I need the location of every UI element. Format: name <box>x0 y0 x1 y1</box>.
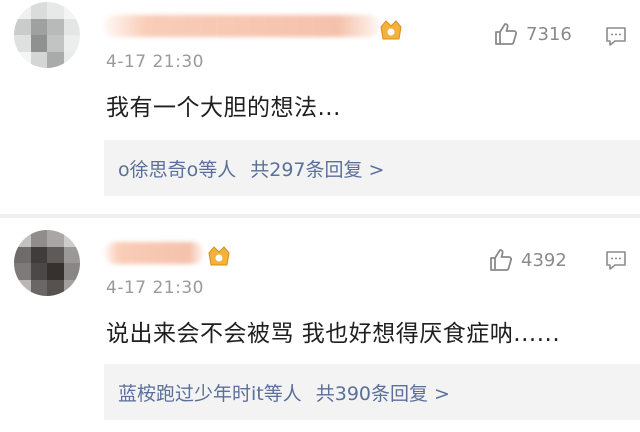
like-button[interactable]: 7316 <box>492 20 572 48</box>
avatar[interactable] <box>14 2 80 68</box>
thumbs-up-icon <box>495 23 518 45</box>
thumbs-up-icon <box>490 249 513 271</box>
username-blurred[interactable] <box>104 242 204 264</box>
username-blurred[interactable] <box>104 15 380 37</box>
reply-count-link[interactable]: 共390条回复 > <box>316 379 450 406</box>
like-count: 7316 <box>526 23 572 45</box>
comment-text: 我有一个大胆的想法... <box>106 95 341 121</box>
reply-count-link[interactable]: 共297条回复 > <box>250 155 384 182</box>
reply-users[interactable]: o徐思奇o等人 <box>118 155 236 182</box>
reply-users[interactable]: 蓝桉跑过少年时it等人 <box>118 379 302 406</box>
avatar[interactable] <box>14 230 80 296</box>
replies-summary[interactable]: o徐思奇o等人 共297条回复 > <box>104 140 640 196</box>
comment-text: 说出来会不会被骂 我也好想得厌食症呐...... <box>106 321 561 347</box>
reply-icon[interactable] <box>604 248 628 272</box>
comment-time: 4-17 21:30 <box>106 278 204 298</box>
comment-item: 4392 4-17 21:30 说出来会不会被骂 我也好想得厌食症呐......… <box>0 218 640 432</box>
vip-badge-icon <box>380 20 402 40</box>
replies-summary[interactable]: 蓝桉跑过少年时it等人 共390条回复 > <box>104 364 640 420</box>
comment-item: 7316 4-17 21:30 我有一个大胆的想法... o徐思奇o等人 共29… <box>0 0 640 214</box>
comment-time: 4-17 21:30 <box>106 52 204 72</box>
like-count: 4392 <box>521 249 567 271</box>
like-button[interactable]: 4392 <box>487 246 567 274</box>
vip-badge-icon <box>208 246 230 266</box>
reply-icon[interactable] <box>604 24 628 48</box>
